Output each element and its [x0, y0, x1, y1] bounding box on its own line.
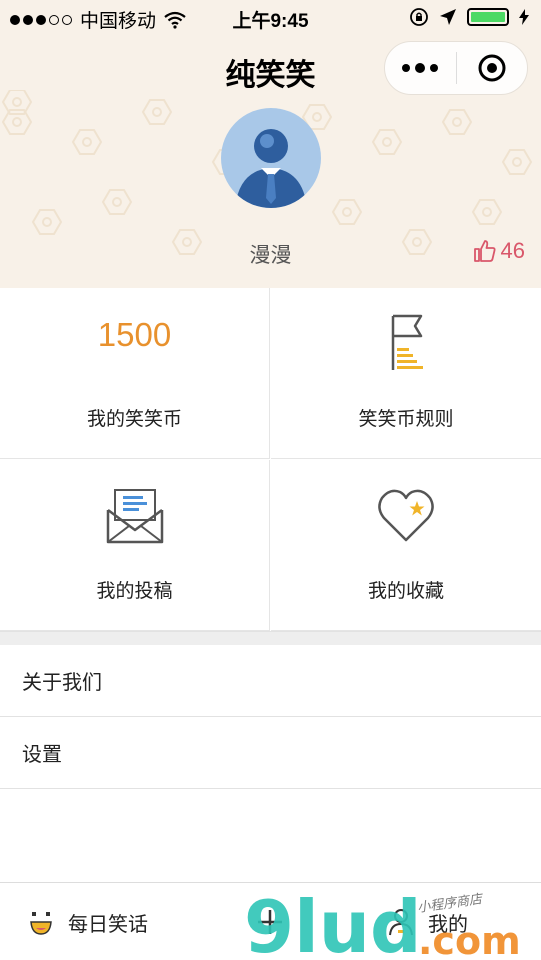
close-miniprogram-button[interactable] — [457, 42, 528, 94]
username: 漫漫 — [249, 244, 292, 267]
my-favorites-label: 我的收藏 — [367, 581, 444, 602]
tab-daily-jokes-label: 每日笑话 — [68, 913, 148, 936]
coin-rules-cell[interactable]: 笑笑币规则 — [271, 288, 541, 459]
heart-star-icon — [378, 489, 434, 542]
avatar[interactable] — [221, 108, 321, 208]
likes-counter[interactable]: 46 — [473, 238, 525, 264]
flag-coins-icon — [391, 314, 423, 370]
menu-grid: 1500 我的笑笑币 笑笑币规则 我的投稿 我的收藏 — [0, 288, 541, 631]
coins-value: 1500 — [97, 316, 172, 353]
settings-list: 关于我们 设置 — [0, 645, 541, 789]
thumbs-up-icon — [473, 240, 496, 262]
location-arrow-icon — [440, 9, 456, 25]
tab-mine[interactable]: 我的 — [388, 883, 468, 960]
my-favorites-cell[interactable]: 我的收藏 — [271, 460, 541, 631]
envelope-icon — [106, 489, 163, 544]
orientation-lock-icon — [410, 8, 428, 26]
tab-daily-jokes[interactable]: 每日笑话 — [28, 883, 148, 960]
section-divider — [0, 631, 541, 645]
my-coins-label: 我的笑笑币 — [86, 409, 182, 430]
smiley-icon — [30, 912, 52, 935]
likes-count: 46 — [500, 238, 525, 263]
avatar-person-icon — [221, 108, 321, 208]
battery-icon — [467, 8, 509, 26]
tab-bar: 每日笑话 我的 — [0, 882, 541, 960]
profile-header: 中国移动 上午9:45 纯笑笑 漫漫 46 — [0, 0, 541, 288]
person-icon — [389, 909, 413, 936]
target-icon — [478, 54, 506, 82]
status-bar: 中国移动 上午9:45 — [0, 0, 541, 36]
my-submissions-cell[interactable]: 我的投稿 — [0, 460, 270, 631]
more-menu-button[interactable] — [385, 42, 456, 94]
charging-icon — [519, 9, 529, 25]
tab-mine-label: 我的 — [428, 913, 468, 936]
list-item-about[interactable]: 关于我们 — [0, 645, 541, 717]
more-dots-icon — [402, 64, 411, 72]
coin-rules-label: 笑笑币规则 — [358, 409, 454, 430]
my-coins-cell[interactable]: 1500 我的笑笑币 — [0, 288, 270, 459]
list-item-settings[interactable]: 设置 — [0, 717, 541, 789]
plus-icon — [258, 910, 282, 934]
miniprogram-capsule — [384, 41, 528, 95]
tab-post[interactable] — [256, 883, 284, 960]
my-submissions-label: 我的投稿 — [96, 581, 173, 602]
